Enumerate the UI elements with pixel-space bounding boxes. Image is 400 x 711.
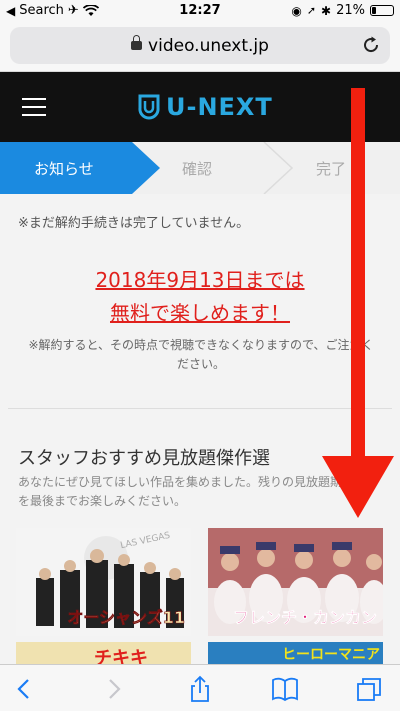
site-header: U-NEXT [0, 72, 400, 142]
step-confirm: 確認 [182, 160, 213, 178]
browser-toolbar [0, 664, 400, 711]
address-field[interactable]: video.unext.jp [10, 27, 390, 64]
overlay-arrow-head [322, 456, 394, 518]
section-divider [8, 408, 392, 409]
video-thumb-oceans11[interactable]: LAS VEGAS オーシャンズ11 [16, 528, 191, 636]
status-right: ◉ ➚ ✱ 21% [291, 3, 394, 18]
thumb-title-french-cancan: フレンチ・カンカン [232, 608, 378, 628]
logo-text: U-NEXT [166, 93, 273, 121]
forward-icon[interactable] [98, 675, 128, 703]
promo-line-1: 2018年9月13日までは [95, 268, 305, 292]
url-text: video.unext.jp [148, 36, 269, 56]
footnote-line-1: ※解約すると、その時点で視聴できなくなりますので、ご注意く [28, 338, 374, 352]
lock-icon [131, 35, 143, 50]
logo-shield-icon [138, 94, 160, 120]
thumb-title-3: チキキ [94, 648, 148, 664]
promo-line-2: 無料で楽しめます！ [110, 301, 290, 325]
battery-fill [372, 7, 376, 14]
reload-icon[interactable] [360, 34, 382, 56]
bluetooth-icon: ✱ [321, 3, 332, 18]
share-icon[interactable] [185, 675, 215, 703]
section-title: スタッフおすすめ見放題傑作選 [18, 448, 270, 469]
status-bar: ◀ Search ✈ 12:27 ◉ ➚ ✱ 21% [0, 0, 400, 22]
step-complete: 完了 [316, 160, 347, 178]
browser-url-bar: video.unext.jp [0, 22, 400, 72]
step-divider [263, 142, 294, 194]
thumb-title-oceans11: オーシャンズ11 [67, 608, 185, 628]
video-thumb-3[interactable]: チキキ [16, 642, 191, 664]
video-thumb-french-cancan[interactable]: フレンチ・カンカン [208, 528, 383, 636]
step-notice: お知らせ [34, 160, 94, 178]
battery-icon [370, 5, 394, 16]
hamburger-icon[interactable] [22, 98, 46, 116]
footnote-line-2: ださい。 [176, 357, 225, 371]
battery-percent: 21% [336, 3, 365, 18]
lock-rotation-icon: ◉ [291, 3, 302, 18]
back-icon[interactable] [10, 675, 40, 703]
video-thumb-4[interactable]: ヒーローマニア [208, 642, 383, 664]
notice-text: ※まだ解約手続きは完了していません。 [18, 216, 250, 231]
url-display[interactable]: video.unext.jp [10, 35, 390, 56]
overlay-arrow-shaft [351, 88, 365, 466]
location-icon: ➚ [306, 4, 317, 17]
thumb-title-4: ヒーローマニア [282, 647, 380, 663]
site-logo[interactable]: U-NEXT [138, 92, 273, 122]
bookmarks-icon[interactable] [270, 675, 300, 703]
tabs-icon[interactable] [354, 675, 384, 703]
progress-steps: お知らせ 確認 完了 [0, 142, 400, 194]
